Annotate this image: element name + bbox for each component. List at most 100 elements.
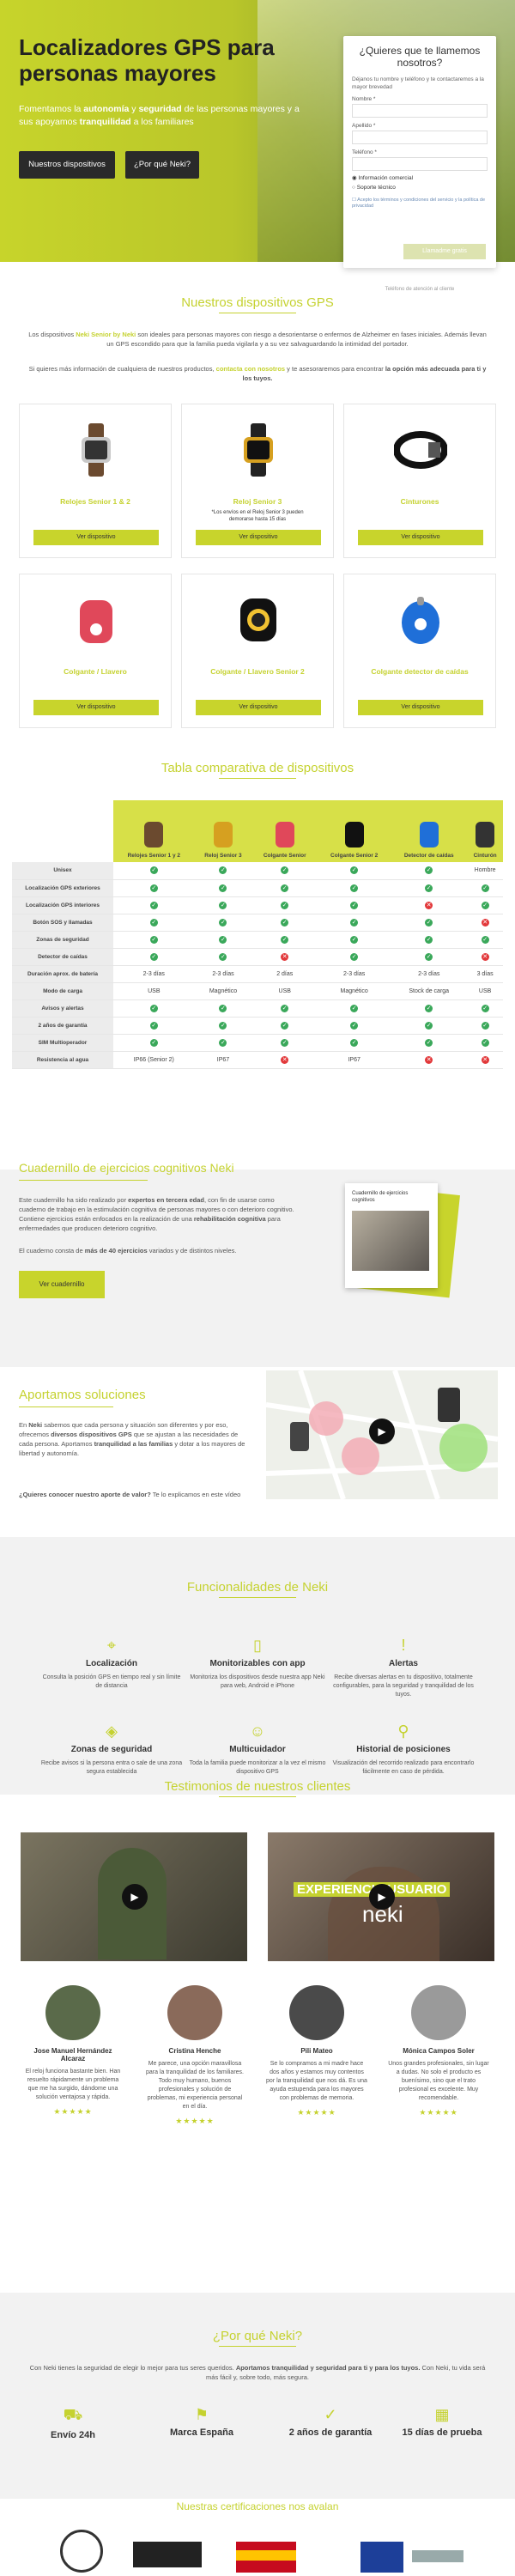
devices-button[interactable]: Nuestros dispositivos [19, 151, 115, 179]
check-icon: ✓ [149, 1004, 158, 1012]
table-cell: 2-3 días [391, 965, 468, 983]
table-cell: ✓ [318, 914, 391, 932]
device-card[interactable]: Cinturones Ver dispositivo [343, 404, 496, 558]
table-cell: ✓ [251, 914, 318, 932]
see-device-button[interactable]: Ver dispositivo [33, 530, 159, 545]
feature-item: ⚲ Historial de posiciones Visualización de… [330, 1722, 476, 1777]
check-icon: ✓ [149, 952, 158, 961]
why-neki-button[interactable]: ¿Por qué Neki? [125, 151, 199, 179]
device-thumb [476, 822, 495, 848]
option-support[interactable]: ○ Soporte técnico [352, 185, 488, 191]
check-icon: ✓ [219, 918, 227, 927]
table-cell: ✓ [251, 896, 318, 914]
avatar [45, 1985, 100, 2040]
device-card[interactable]: Colgante / Llavero Ver dispositivo [19, 574, 172, 728]
device-card[interactable]: Colgante detector de caídas Ver disposit… [343, 574, 496, 728]
contact-link[interactable]: contacta con nosotros [216, 365, 285, 373]
table-cell: Magnético [318, 982, 391, 1000]
device-card[interactable]: Relojes Senior 1 & 2 Ver dispositivo [19, 404, 172, 558]
cert-logo-stripe [236, 2550, 296, 2561]
radio-icon[interactable]: ○ [352, 185, 355, 191]
check-icon: ✓ [219, 1021, 227, 1030]
check-icon: ✓ [149, 884, 158, 892]
feature-desc: Toda la familia puede monitorizar a la v… [189, 1760, 326, 1775]
play-icon[interactable]: ▶ [122, 1884, 148, 1910]
check-icon: ✓ [350, 901, 359, 909]
see-booklet-button[interactable]: Ver cuadernillo [19, 1271, 105, 1298]
star-rating: ★★★★★ [419, 2108, 458, 2117]
see-device-button[interactable]: Ver dispositivo [358, 530, 483, 545]
table-cell: ✓ [467, 1017, 503, 1035]
testimonial-card: Jose Manuel Hernández Alcaraz El reloj fu… [22, 1985, 124, 2117]
table-cell: ✓ [467, 896, 503, 914]
device-name: Relojes Senior 1 & 2 [60, 497, 130, 506]
submit-button[interactable]: Llamadme gratis [403, 244, 486, 259]
check-icon: ✓ [219, 901, 227, 909]
table-row: Modo de carga USB Magnético USB Magnético Sto… [12, 982, 503, 1000]
table-row: Localización GPS interiores ✓ ✓ ✓ ✓ ✕ ✓ [12, 896, 503, 914]
play-icon[interactable]: ▶ [369, 1884, 395, 1910]
testimonial-video-1[interactable]: ▶ [21, 1832, 247, 1961]
check-icon: ✓ [219, 884, 227, 892]
why-item: ✓ 2 años de garantía [275, 2406, 386, 2438]
truck-icon: ⛟ [63, 2406, 83, 2423]
table-row: Localización GPS exteriores ✓ ✓ ✓ ✓ ✓ ✓ [12, 879, 503, 897]
table-cell: ✓ [318, 948, 391, 966]
check-icon: ✓ [219, 1038, 227, 1047]
hero-subtitle: Fomentamos la autonomía y seguridad de l… [19, 104, 300, 127]
pendant-image [70, 593, 123, 647]
play-icon[interactable]: ▶ [369, 1419, 395, 1444]
check-icon: ✓ [481, 1038, 489, 1047]
phone-input[interactable] [352, 157, 488, 171]
table-cell: Hombre [467, 862, 503, 880]
cross-icon: ✕ [481, 952, 489, 961]
feature-item: ▯ Monitorizables con app Monitoriza los di… [185, 1637, 330, 1691]
table-cell: ✓ [251, 999, 318, 1018]
feature-desc: Recibe diversas alertas en tu dispositiv… [333, 1674, 474, 1698]
table-cell: ✓ [113, 862, 195, 880]
name-input[interactable] [352, 104, 488, 118]
feature-title: Localización [85, 1659, 137, 1668]
check-icon: ✓ [425, 918, 433, 927]
row-label: Duración aprox. de batería [12, 965, 113, 983]
table-cell: ✕ [467, 914, 503, 932]
feature-desc: Monitoriza los dispositivos desde nuestr… [190, 1674, 325, 1689]
title-divider [19, 1180, 148, 1181]
pendant-image [232, 593, 285, 647]
option-commercial[interactable]: ◉ Información comercial [352, 174, 488, 181]
testimonials-title: Testimonios de nuestros clientes [164, 1779, 351, 1794]
table-cell: ✓ [467, 999, 503, 1018]
device-thumb [213, 822, 233, 848]
check-icon: ✓ [219, 935, 227, 944]
see-device-button[interactable]: Ver dispositivo [33, 700, 159, 715]
table-cell: ✓ [391, 999, 468, 1018]
table-cell: ✓ [318, 862, 391, 880]
why-item-title: Marca España [170, 2427, 233, 2438]
check-icon: ✓ [149, 866, 158, 875]
privacy-checkbox[interactable]: ☐ Acepto los términos y condiciones del … [352, 197, 488, 210]
table-cell: ✓ [113, 879, 195, 897]
avatar [289, 1985, 344, 2040]
table-cell: ✓ [194, 999, 252, 1018]
solutions-video[interactable]: ▶ [266, 1370, 498, 1499]
table-cell: ✓ [467, 879, 503, 897]
see-device-button[interactable]: Ver dispositivo [196, 530, 321, 545]
check-icon: ✓ [350, 1038, 359, 1047]
testimonial-video-2[interactable]: EXPERIENCIA USUARIO neki ▶ [268, 1832, 494, 1961]
table-row: Resistencia al agua IP66 (Senior 2) IP67 ✕ I… [12, 1051, 503, 1069]
table-cell: ✓ [391, 862, 468, 880]
see-device-button[interactable]: Ver dispositivo [358, 700, 483, 715]
radio-icon[interactable]: ◉ [352, 175, 357, 181]
check-icon: ✓ [425, 884, 433, 892]
device-name: Cinturones [400, 497, 439, 506]
booklet-text: Este cuadernillo ha sido realizado por e… [19, 1196, 294, 1232]
cert-logo [133, 2542, 202, 2567]
mobile-icon: ▯ [253, 1637, 262, 1654]
device-card[interactable]: Colgante / Llavero Senior 2 Ver disposit… [181, 574, 334, 728]
booklet-title: Cuadernillo de ejercicios cognitivos Nek… [19, 1161, 234, 1175]
device-card[interactable]: Reloj Senior 3 *Los envíos en el Reloj S… [181, 404, 334, 558]
see-device-button[interactable]: Ver dispositivo [196, 700, 321, 715]
surname-input[interactable] [352, 131, 488, 144]
table-cell: ✕ [391, 896, 468, 914]
features-title: Funcionalidades de Neki [186, 1580, 329, 1595]
